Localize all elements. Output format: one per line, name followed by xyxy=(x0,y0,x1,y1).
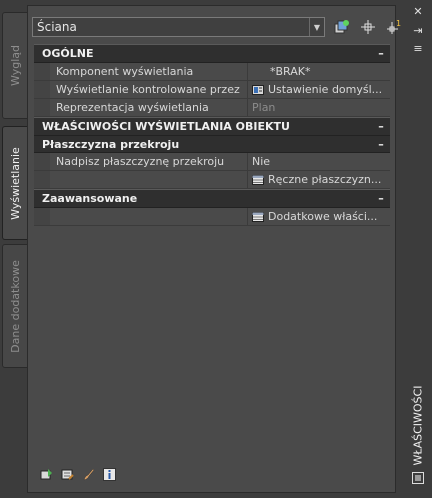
section-advanced-title: Zaawansowane xyxy=(42,192,138,205)
bottom-toolbar xyxy=(40,468,116,481)
toggle-pickadd-icon[interactable]: 1 xyxy=(384,17,404,37)
toolbar: Ściana ▼ 1 xyxy=(32,17,401,37)
tab-wyglad-label: Wygląd xyxy=(8,45,22,86)
property-row[interactable]: Wyświetlanie kontrolowane przez Ustawien… xyxy=(34,81,390,99)
palette-title: WŁAŚCIWOŚCI xyxy=(408,385,428,465)
chevron-down-icon[interactable]: ▼ xyxy=(309,18,324,36)
row-gutter xyxy=(34,63,50,80)
collapse-icon[interactable]: – xyxy=(372,47,390,60)
property-name xyxy=(50,208,248,225)
tab-wyglad[interactable]: Wygląd xyxy=(2,12,28,119)
collapse-icon[interactable]: – xyxy=(372,120,390,133)
info-icon[interactable] xyxy=(103,468,116,481)
worksheet-icon xyxy=(252,174,264,185)
style-manager-icon[interactable] xyxy=(40,468,53,481)
tab-dane-dodatkowe-label: Dane dodatkowe xyxy=(8,259,22,353)
subsection-cut-plane-title: Płaszczyzna przekroju xyxy=(42,137,180,151)
property-value: Dodatkowe właści... xyxy=(268,210,378,223)
row-gutter xyxy=(34,171,50,188)
subsection-cut-plane-header[interactable]: Płaszczyzna przekroju – xyxy=(34,136,390,153)
property-row[interactable]: Nadpisz płaszczyznę przekroju Nie xyxy=(34,153,390,171)
collapse-icon[interactable]: – xyxy=(372,138,390,151)
brush-icon[interactable] xyxy=(82,468,95,481)
tab-wyswietlanie[interactable]: Wyświetlanie xyxy=(2,126,27,240)
select-objects-icon[interactable] xyxy=(358,17,378,37)
properties-panel: Ściana ▼ 1 OGÓLNE – Komponent wyświetlan… xyxy=(27,5,401,493)
worksheet-icon xyxy=(252,211,264,222)
property-row[interactable]: Ręczne płaszczyzn... xyxy=(34,171,390,189)
close-icon[interactable]: ✕ xyxy=(412,6,424,18)
quick-select-icon[interactable] xyxy=(332,17,352,37)
row-gutter xyxy=(34,81,50,98)
property-value-cell[interactable]: Ręczne płaszczyzn... xyxy=(248,171,390,188)
palette-icon[interactable] xyxy=(412,472,424,484)
property-value: Plan xyxy=(248,99,390,116)
display-config-icon xyxy=(252,84,264,95)
property-row[interactable]: Komponent wyświetlania *BRAK* xyxy=(34,63,390,81)
property-name: Reprezentacja wyświetlania xyxy=(50,99,248,116)
palette-title-bar[interactable]: ✕ ⇥ ≡ WŁAŚCIWOŚCI xyxy=(403,0,432,498)
section-general-title: OGÓLNE xyxy=(42,47,94,60)
property-value: Ustawienie domyśl... xyxy=(268,83,383,96)
row-gutter xyxy=(34,99,50,116)
tab-wyswietlanie-label: Wyświetlanie xyxy=(8,146,22,220)
autohide-icon[interactable]: ⇥ xyxy=(412,25,424,37)
property-value[interactable]: Nie xyxy=(248,153,390,170)
property-value[interactable]: *BRAK* xyxy=(248,63,390,80)
palette-title-label: WŁAŚCIWOŚCI xyxy=(411,385,425,465)
options-icon[interactable]: ≡ xyxy=(412,43,424,55)
svg-text:1: 1 xyxy=(396,19,401,28)
property-name: Komponent wyświetlania xyxy=(50,63,248,80)
property-name xyxy=(50,171,248,188)
property-name: Wyświetlanie kontrolowane przez xyxy=(50,81,248,98)
side-tab-bar: Wygląd Wyświetlanie Dane dodatkowe xyxy=(0,0,28,498)
property-name: Nadpisz płaszczyznę przekroju xyxy=(50,153,248,170)
collapse-icon[interactable]: – xyxy=(372,192,390,205)
property-value-cell[interactable]: Dodatkowe właści... xyxy=(248,208,390,225)
section-advanced-header[interactable]: Zaawansowane – xyxy=(34,189,390,208)
property-grid: OGÓLNE – Komponent wyświetlania *BRAK* W… xyxy=(34,44,390,226)
section-general-header[interactable]: OGÓLNE – xyxy=(34,44,390,63)
row-gutter xyxy=(34,153,50,170)
property-row[interactable]: Dodatkowe właści... xyxy=(34,208,390,226)
row-gutter xyxy=(34,208,50,225)
object-type-select[interactable]: Ściana ▼ xyxy=(32,17,325,37)
property-value-cell[interactable]: Ustawienie domyśl... xyxy=(248,81,390,98)
property-row[interactable]: Reprezentacja wyświetlania Plan xyxy=(34,99,390,117)
section-object-display-title: WŁAŚCIWOŚCI WYŚWIETLANIA OBIEKTU xyxy=(42,120,290,133)
tab-dane-dodatkowe[interactable]: Dane dodatkowe xyxy=(2,244,28,368)
edit-style-icon[interactable] xyxy=(61,468,74,481)
object-type-value: Ściana xyxy=(37,20,77,34)
section-object-display-header[interactable]: WŁAŚCIWOŚCI WYŚWIETLANIA OBIEKTU – xyxy=(34,117,390,136)
property-value: Ręczne płaszczyzn... xyxy=(268,173,382,186)
